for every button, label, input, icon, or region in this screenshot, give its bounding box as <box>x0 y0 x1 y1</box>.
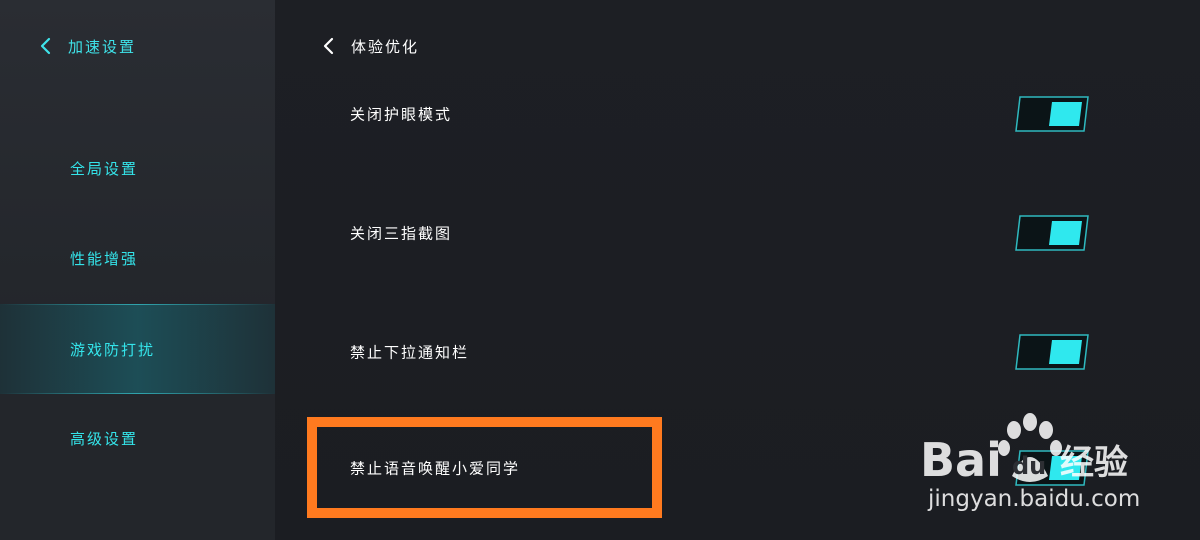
setting-row-pull-down-notification: 禁止下拉通知栏 <box>275 322 1200 382</box>
setting-row-eye-protection: 关闭护眼模式 <box>275 84 1200 144</box>
sidebar-item-performance[interactable]: 性能增强 <box>0 213 275 303</box>
sidebar: 加速设置 全局设置 性能增强 游戏防打扰 高级设置 <box>0 0 275 540</box>
toggle-switch-icon <box>1015 450 1089 486</box>
sidebar-item-label: 游戏防打扰 <box>70 340 156 359</box>
setting-label: 关闭护眼模式 <box>350 105 453 124</box>
sidebar-item-advanced[interactable]: 高级设置 <box>0 393 275 483</box>
sidebar-item-label: 高级设置 <box>70 429 139 448</box>
app-root: 加速设置 全局设置 性能增强 游戏防打扰 高级设置 体验优化 关闭护眼模式 关闭… <box>0 0 1200 540</box>
highlight-annotation-box <box>307 417 662 518</box>
toggle-switch-icon <box>1015 215 1089 251</box>
toggle-switch-icon <box>1015 334 1089 370</box>
chevron-left-icon <box>40 37 51 55</box>
sidebar-title: 加速设置 <box>68 37 137 56</box>
chevron-left-icon <box>323 37 334 55</box>
setting-row-three-finger-screenshot: 关闭三指截图 <box>275 203 1200 263</box>
sidebar-item-game-dnd[interactable]: 游戏防打扰 <box>0 304 275 394</box>
sidebar-back-button[interactable]: 加速设置 <box>36 30 136 62</box>
main-back-button[interactable]: 体验优化 <box>319 30 419 62</box>
sidebar-item-label: 性能增强 <box>70 249 139 268</box>
page-title: 体验优化 <box>351 37 420 56</box>
pull-down-notification-toggle[interactable] <box>1015 334 1089 370</box>
three-finger-screenshot-toggle[interactable] <box>1015 215 1089 251</box>
eye-protection-toggle[interactable] <box>1015 96 1089 132</box>
sidebar-item-global-settings[interactable]: 全局设置 <box>0 123 275 213</box>
toggle-switch-icon <box>1015 96 1089 132</box>
setting-label: 关闭三指截图 <box>350 224 453 243</box>
sidebar-item-label: 全局设置 <box>70 159 139 178</box>
setting-label: 禁止下拉通知栏 <box>350 343 470 362</box>
voice-wakeup-toggle[interactable] <box>1015 450 1089 486</box>
